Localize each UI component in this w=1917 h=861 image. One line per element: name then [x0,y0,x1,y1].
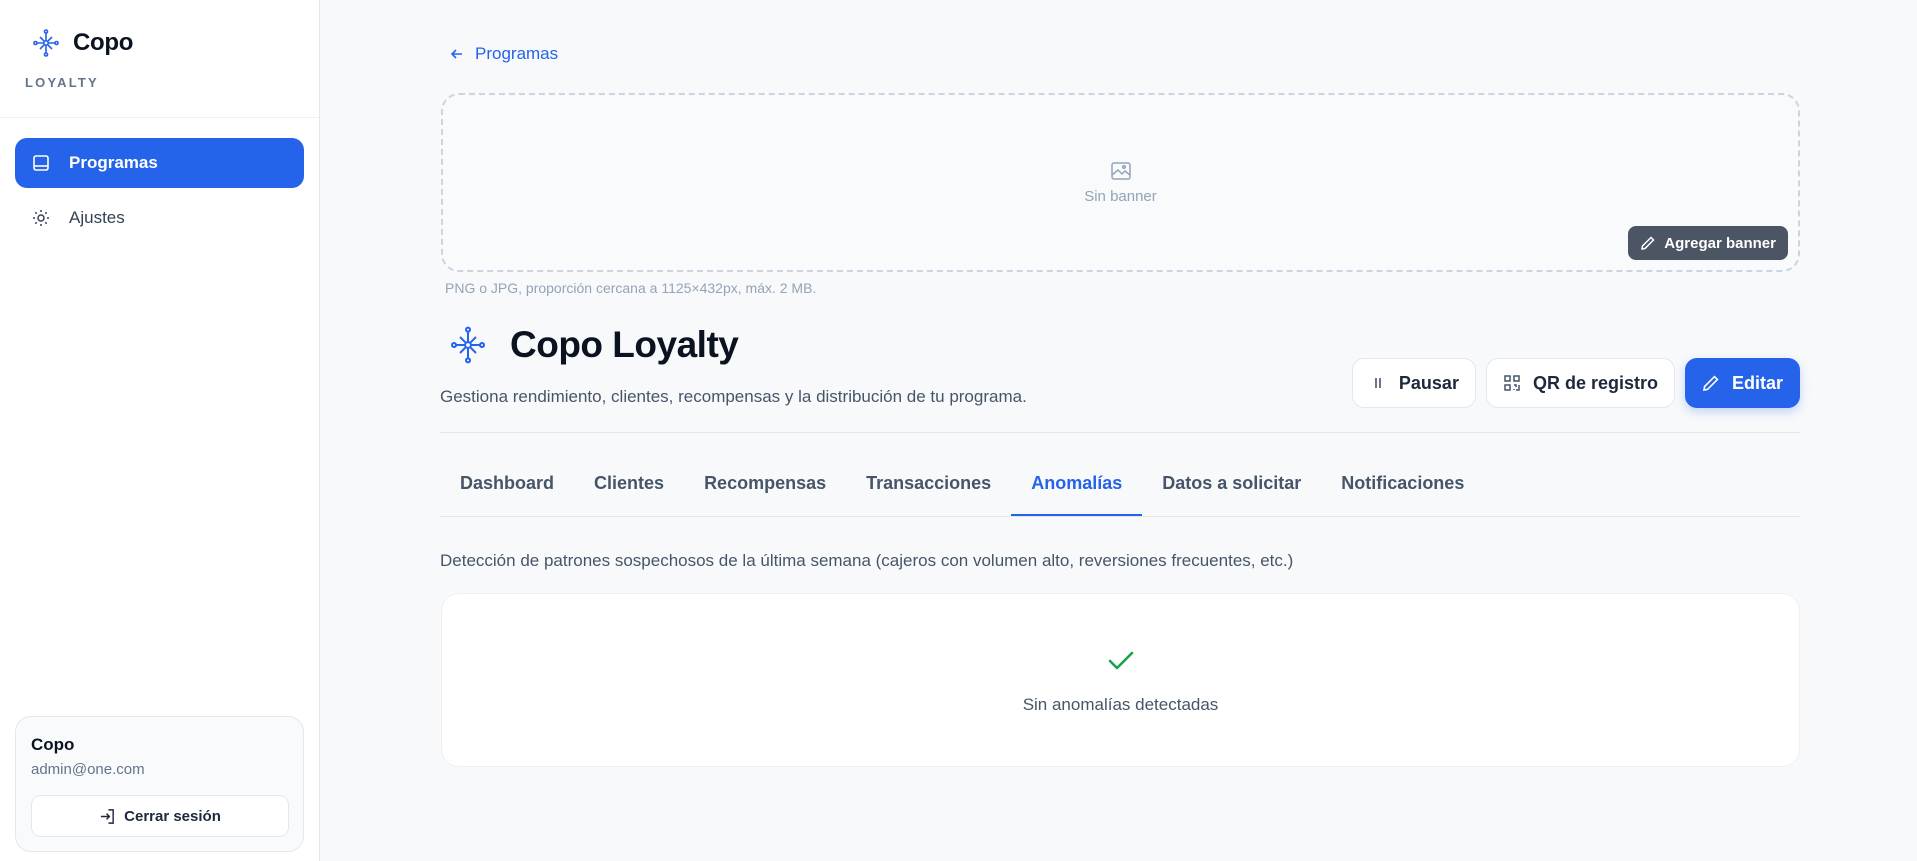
tab-notificaciones[interactable]: Notificaciones [1321,450,1484,516]
pencil-icon [1703,375,1719,391]
program-logo-icon [450,326,486,364]
tab-bar: Dashboard Clientes Recompensas Transacci… [440,466,1800,517]
edit-button[interactable]: Editar [1684,358,1800,408]
tab-transacciones[interactable]: Transacciones [846,450,1011,516]
empty-state-text: Sin anomalías detectadas [1022,695,1219,714]
pencil-icon [1641,236,1655,250]
banner-hint: PNG o JPG, proporción cercana a 1125×432… [445,280,817,296]
banner-empty-state: Sin banner [443,160,1798,205]
tab-anomalias[interactable]: Anomalías [1011,450,1143,516]
logout-button[interactable]: Cerrar sesión [31,795,289,837]
logout-icon [101,808,115,824]
brand[interactable]: Copo [31,28,133,58]
sidebar-item-label: Programas [69,153,158,172]
add-banner-button[interactable]: Agregar banner [1628,226,1788,260]
arrow-left-icon [450,49,462,59]
back-link[interactable]: Programas [449,44,558,64]
sun-icon [33,210,49,226]
check-icon [1108,651,1133,670]
logo-icon [33,29,59,57]
edit-label: Editar [1731,372,1783,393]
brand-name: Copo [73,29,134,56]
sidebar-item-label: Ajustes [69,208,125,227]
image-icon [1110,162,1131,180]
tab-datos-a-solicitar[interactable]: Datos a solicitar [1142,450,1321,516]
pause-icon [1375,378,1381,388]
add-banner-label: Agregar banner [1664,234,1776,252]
pause-button[interactable]: Pausar [1351,358,1476,408]
qr-button[interactable]: QR de registro [1485,358,1675,408]
pause-label: Pausar [1398,372,1459,393]
banner-dropzone[interactable]: Sin banner Agregar banner [441,93,1800,272]
sidebar: Copo LOYALTY Programas Ajustes Copo admi… [0,0,320,861]
back-link-label: Programas [475,44,559,63]
anomalies-panel: Sin anomalías detectadas [441,593,1800,767]
sidebar-nav: Programas Ajustes [15,138,304,248]
header-divider [440,432,1800,433]
tab-dashboard[interactable]: Dashboard [440,450,574,516]
logout-label: Cerrar sesión [124,807,221,825]
tab-clientes[interactable]: Clientes [574,450,684,516]
book-icon [33,155,49,171]
sidebar-item-programas[interactable]: Programas [15,138,304,188]
brand-subtitle: LOYALTY [25,75,99,90]
empty-state-icon-wrap [442,644,1799,676]
header-actions: Pausar QR de registro Editar [1351,358,1800,408]
page-title: Copo Loyalty [510,324,739,365]
qr-code-icon [1504,375,1520,391]
qr-label: QR de registro [1532,372,1658,393]
page-description: Gestiona rendimiento, clientes, recompen… [440,387,1027,406]
sidebar-item-ajustes[interactable]: Ajustes [15,193,304,243]
user-name: Copo [31,735,75,754]
user-card: Copo admin@one.com Cerrar sesión [15,716,304,852]
sidebar-divider [0,117,319,118]
tab-recompensas[interactable]: Recompensas [684,450,846,516]
section-description: Detección de patrones sospechosos de la … [440,551,1294,570]
banner-empty-label: Sin banner [1084,188,1157,205]
user-email: admin@one.com [31,761,145,778]
